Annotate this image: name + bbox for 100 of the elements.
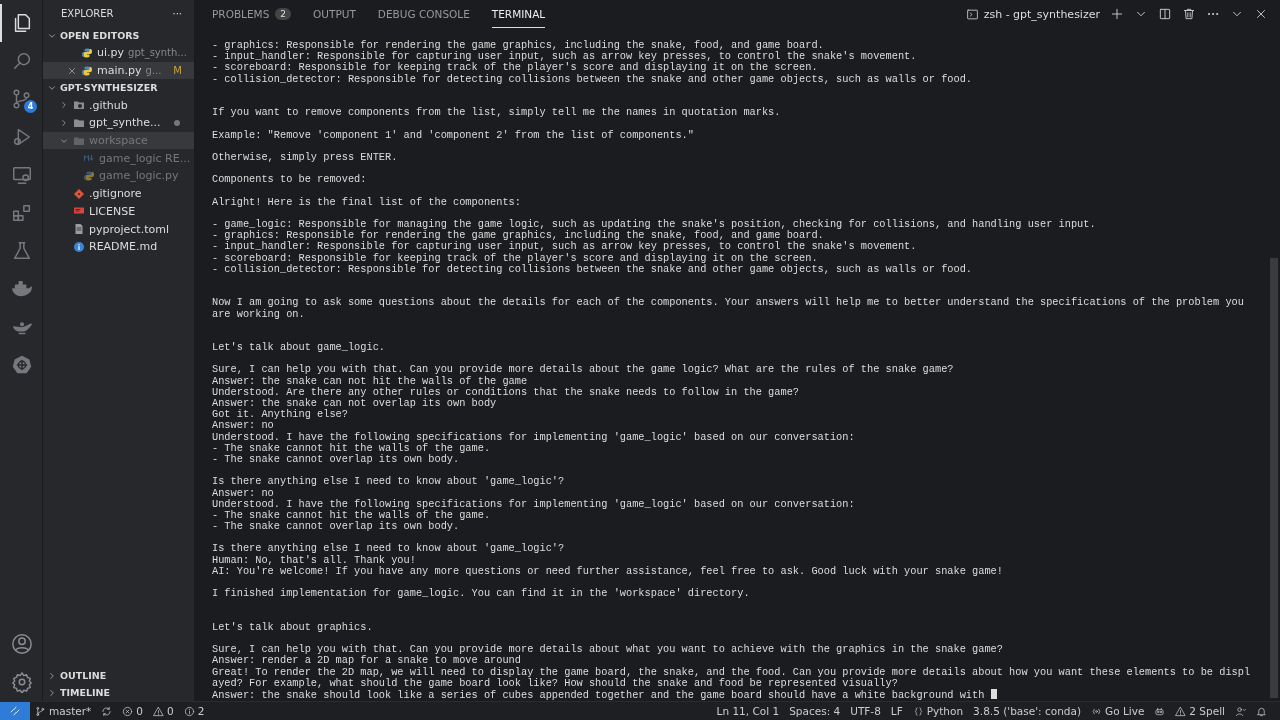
status-item[interactable]: UTF-8 <box>850 705 881 717</box>
terminal-line: AI: You're welcome! If you have any more questions or need further assistance, feel free to ask. Good luck with your snake game! <box>212 565 1004 578</box>
status-item[interactable]: master* <box>49 705 92 717</box>
terminal-line: Answer: no <box>212 487 275 499</box>
terminal-line: Answer: the snake can not hit the walls of the game <box>212 375 529 387</box>
sync-icon[interactable] <box>101 705 113 717</box>
terminal-line: - input_handler: Responsible for capturing user input, such as arrow key presses, to control the snake's movement. <box>212 51 918 63</box>
status-item[interactable]: Python <box>926 705 964 717</box>
account-icon[interactable] <box>11 633 33 655</box>
terminal-line: Got it. Anything else? <box>212 409 349 421</box>
open-editor-item[interactable]: main.py g... M <box>43 61 194 80</box>
close-icon[interactable] <box>1254 7 1268 21</box>
panel-tab[interactable]: DEBUG CONSOLE <box>377 0 470 28</box>
person-icon[interactable] <box>1235 705 1246 717</box>
robot-icon[interactable] <box>1154 705 1166 717</box>
terminal-line: - The snake cannot hit the walls of the game. <box>212 509 491 521</box>
remote-icon <box>9 705 21 717</box>
terminal-line: Alright! Here is the final list of the components: <box>212 196 522 208</box>
file-tree-item[interactable]: LICENSE <box>43 202 194 221</box>
terminal-line: - The snake cannot hit the walls of the game. <box>212 442 491 454</box>
terminal-line: Sure, I can help you with that. Can you provide more details about the game logic? What are the rules of the snake game? <box>212 364 955 376</box>
panel-tab[interactable]: TERMINAL <box>491 0 546 28</box>
status-item[interactable]: 2 Spell <box>1189 705 1225 717</box>
terminal-line: Great! To render the 2D map, we will need to display the game board, the snake, and the food. Can you provide more details about how you want these elements to be displ <box>212 666 1252 678</box>
error-icon <box>122 705 134 717</box>
status-item[interactable]: Go Live <box>1105 705 1145 717</box>
section-title[interactable]: TIMELINE <box>60 687 110 698</box>
run-debug-icon[interactable] <box>11 126 33 148</box>
status-item[interactable]: 3.8.5 ('base': conda) <box>973 705 1081 717</box>
terminal-line: Is there anything else I need to know about 'game_logic'? <box>212 476 566 488</box>
section-title[interactable]: GPT-SYNTHESIZER <box>60 82 158 94</box>
count-badge: 4 <box>24 100 37 113</box>
trash-icon[interactable] <box>1182 7 1196 21</box>
braces-icon <box>912 705 924 717</box>
monitor-icon[interactable] <box>11 164 33 186</box>
terminal-line: Human: No, that's all. Thank you! <box>212 554 417 566</box>
status-item[interactable]: 0 <box>166 705 174 717</box>
file-tree-item[interactable]: gpt_synthe... <box>43 114 194 132</box>
terminal-line: - The snake cannot overlap its own body. <box>212 454 461 466</box>
git-icon <box>73 187 85 200</box>
terminal-line: - game_logic: Responsible for managing the game logic, such as updating the snake's position, checking for collisions, and handling user input. <box>212 219 1097 231</box>
terminal-line: - scoreboard: Responsible for keeping track of the player's score and displaying it on the screen. <box>212 62 819 74</box>
terminal-line: Sure, I can help you with that. Can you provide more details about what you want to achieve with the graphics in the snake game? <box>212 644 1004 656</box>
plus-icon[interactable] <box>1110 7 1124 21</box>
terminal-line: Answer: render a 2D map for a snake to move around <box>212 655 522 667</box>
panel-tab[interactable]: PROBLEMS 2 <box>212 0 292 28</box>
terminal-selector[interactable]: zsh - gpt_synthesizer <box>965 7 1100 21</box>
terminal-icon <box>965 7 979 21</box>
terminal-line: If you want to remove components from the list, simply tell me the names in quotation marks. <box>212 107 782 119</box>
terminal-line: Let's talk about graphics. <box>212 621 374 633</box>
terminal-line: - graphics: Responsible for rendering the game graphics, including the snake, food, and game board. <box>212 40 824 52</box>
warning-icon <box>1175 705 1187 717</box>
status-item[interactable]: LF <box>890 705 903 717</box>
file-tree-item[interactable]: .gitignore <box>43 184 194 203</box>
file-tree-item[interactable]: pyproject.toml <box>43 220 194 238</box>
open-editor-item[interactable]: ui.py gpt_synth... <box>43 44 194 62</box>
panel-tab[interactable]: OUTPUT <box>313 0 356 28</box>
terminal-line: - collision_detector: Responsible for detecting collisions between the snake and other game objects, such as walls or food. <box>212 263 974 275</box>
file-tree-item[interactable]: README.md <box>43 237 194 256</box>
terminal-line: Let's talk about game_logic. <box>212 342 387 354</box>
terminal-line: Components to be removed: <box>212 174 368 186</box>
scrollbar-thumb[interactable] <box>1270 258 1278 698</box>
terminal-line: Otherwise, simply press ENTER. <box>212 151 399 164</box>
terminal-line: - input_handler: Responsible for capturing user input, such as arrow key presses, to control the snake's movement. <box>212 241 918 253</box>
section-title[interactable]: OUTLINE <box>60 670 107 681</box>
terminal-line: Understood. Are there any other rules or conditions that the snake needs to follow in the game? <box>212 386 801 398</box>
folder-icon <box>73 99 85 112</box>
status-item[interactable]: 0 <box>136 705 143 717</box>
terminal-line: Understood. I have the following specifications for implementing 'game_logic' based on our conversation: <box>212 431 856 443</box>
status-item[interactable]: Ln 11, Col 1 <box>716 705 780 717</box>
search-icon[interactable] <box>11 50 33 72</box>
status-item[interactable]: Spaces: 4 <box>789 705 841 717</box>
terminal-line: Answer: the snake can not overlap its own body <box>212 398 498 410</box>
flask-icon[interactable] <box>11 240 33 262</box>
settings-icon[interactable] <box>11 671 33 693</box>
status-item[interactable]: 2 <box>197 705 205 717</box>
extensions-icon[interactable] <box>11 202 33 224</box>
python-icon <box>83 169 95 182</box>
warning-icon <box>152 705 164 717</box>
terminal-line: Example: "Remove 'component 1' and 'component 2' from the list of components." <box>212 129 695 141</box>
terminal-line: Answer: no <box>212 420 275 432</box>
sidebar-title: EXPLORER <box>61 8 114 19</box>
terminal-line: - The snake cannot overlap its own body. <box>212 521 461 533</box>
bell-icon[interactable] <box>1256 705 1267 717</box>
branch-icon <box>35 705 46 717</box>
helm-icon[interactable] <box>11 354 33 376</box>
python-icon <box>81 46 93 59</box>
terminal-line: - graphics: Responsible for rendering the game graphics, including the snake, food, and game board. <box>212 230 824 242</box>
terminal-line: ayed? For example, what should the game board look like? How should the snake and food be represented visually? <box>212 677 899 689</box>
terminal-line: Answer: the snake should look like a series of cubes appended together and the game board should have a white background with <box>212 688 1280 701</box>
python-icon <box>81 64 93 77</box>
document-icon <box>73 223 85 236</box>
section-title[interactable]: OPEN EDITORS <box>60 30 140 41</box>
info-icon <box>183 705 195 717</box>
split-icon[interactable] <box>1158 7 1172 21</box>
file-tree-item[interactable]: .github <box>43 96 194 115</box>
info-icon <box>73 240 85 253</box>
terminal-line: Understood. I have the following specifications for implementing 'game_logic' based on our conversation: <box>212 498 856 510</box>
terminal-line: - collision_detector: Responsible for detecting collisions between the snake and other game objects, such as walls or food. <box>212 73 974 85</box>
more-actions[interactable]: ··· <box>172 8 182 19</box>
